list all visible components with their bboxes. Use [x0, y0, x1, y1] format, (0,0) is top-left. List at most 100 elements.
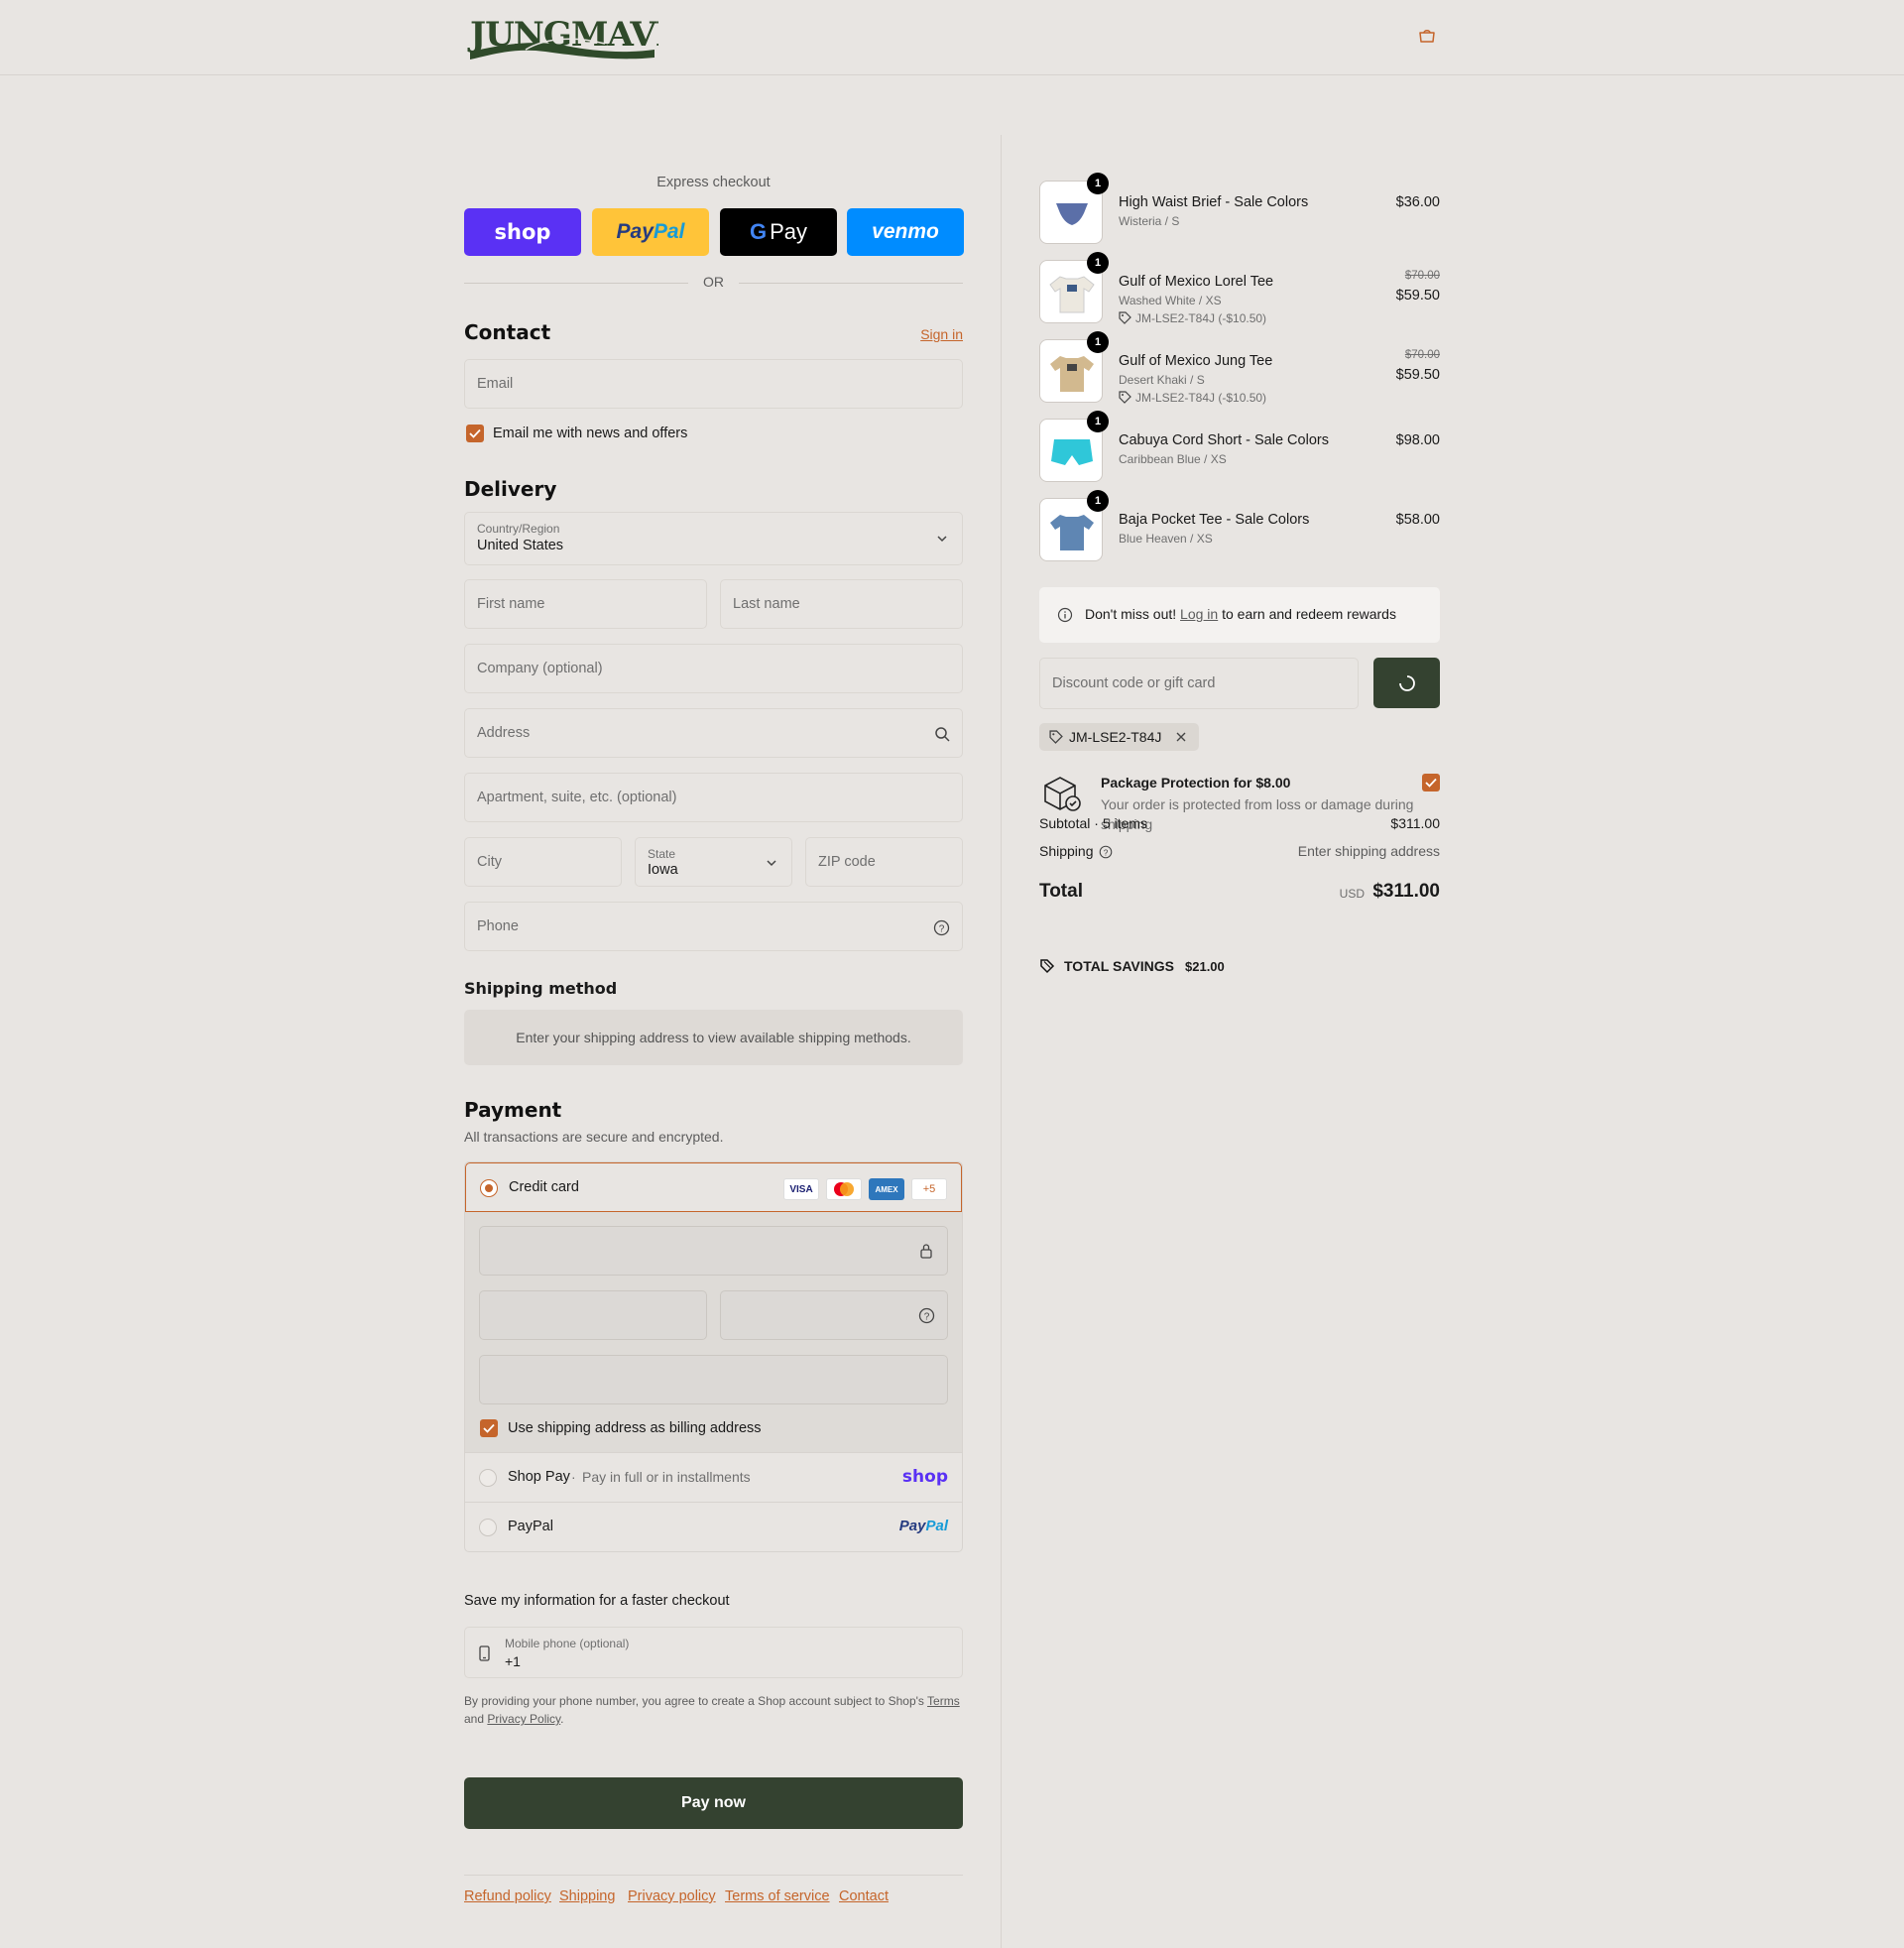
shop-pay-separator: ·: [571, 1469, 576, 1485]
name-on-card-field[interactable]: [479, 1355, 948, 1404]
newsletter-checkbox[interactable]: [466, 425, 484, 442]
item-price: $58.00: [1395, 512, 1440, 528]
billing-address-checkbox[interactable]: [480, 1419, 498, 1437]
paypal-radio[interactable]: [479, 1519, 497, 1536]
privacy-policy-link[interactable]: Privacy Policy: [487, 1712, 560, 1726]
applied-discount-tag: JM-LSE2-T84J: [1039, 723, 1200, 751]
newsletter-label: Email me with news and offers: [493, 426, 688, 441]
svg-text:?: ?: [939, 924, 945, 935]
credit-card-label: Credit card: [509, 1179, 579, 1195]
zip-field[interactable]: ZIP code: [805, 837, 963, 887]
package-protection-title: Package Protection for $8.00: [1101, 775, 1291, 791]
subtotal-value: $311.00: [1390, 815, 1440, 831]
tag-icon: [1049, 730, 1063, 744]
package-protection-description: Your order is protected from loss or dam…: [1101, 796, 1414, 832]
phone-field[interactable]: Phone ?: [464, 902, 963, 951]
security-code-field[interactable]: ?: [720, 1290, 948, 1340]
save-info-heading: Save my information for a faster checkou…: [464, 1593, 730, 1609]
quantity-badge: 1: [1087, 490, 1109, 512]
google-pay-label: Pay: [770, 219, 808, 244]
item-discount: JM-LSE2-T84J (-$10.50): [1119, 391, 1266, 405]
mobile-phone-field[interactable]: Mobile phone (optional) +1: [464, 1627, 963, 1678]
apply-discount-button[interactable]: [1373, 658, 1440, 708]
shipping-label: Shipping: [1039, 843, 1094, 859]
credit-card-option[interactable]: Credit card VISA AMEX +5: [465, 1162, 962, 1212]
delivery-heading: Delivery: [464, 477, 557, 501]
country-select[interactable]: Country/Region United States: [464, 512, 963, 565]
google-g-icon: G: [749, 219, 768, 244]
refund-policy-link[interactable]: Refund policy: [464, 1888, 551, 1904]
paypal-label: PayPal: [616, 220, 685, 243]
package-protection-checkbox[interactable]: [1422, 774, 1440, 791]
help-icon[interactable]: ?: [918, 1307, 935, 1324]
credit-card-radio[interactable]: [480, 1179, 498, 1197]
card-number-field[interactable]: [479, 1226, 948, 1276]
shop-pay-label: shop: [494, 220, 551, 244]
shipping-method-message: Enter your shipping address to view avai…: [464, 1010, 963, 1065]
shipping-link[interactable]: Shipping: [559, 1888, 615, 1904]
address-field[interactable]: Address: [464, 708, 963, 758]
visa-icon: VISA: [783, 1178, 819, 1200]
company-field[interactable]: Company (optional): [464, 644, 963, 693]
first-name-field[interactable]: First name: [464, 579, 707, 629]
rewards-banner: Don't miss out! Log in to earn and redee…: [1039, 587, 1440, 643]
item-discount: JM-LSE2-T84J (-$10.50): [1119, 311, 1266, 325]
sign-in-link[interactable]: Sign in: [920, 326, 963, 342]
shop-pay-radio[interactable]: [479, 1469, 497, 1487]
tee-shape: [1049, 276, 1095, 313]
shipping-method-heading: Shipping method: [464, 979, 618, 998]
terms-of-service-link[interactable]: Terms of service: [725, 1888, 830, 1904]
paypal-logo: PayPal: [898, 1518, 948, 1534]
cart-item: 1 Baja Pocket Tee - Sale Colors Blue Hea…: [1039, 490, 1440, 561]
pay-now-button[interactable]: Pay now: [464, 1777, 963, 1829]
contact-heading: Contact: [464, 320, 551, 344]
item-variant: Wisteria / S: [1119, 214, 1180, 228]
quantity-badge: 1: [1087, 173, 1109, 194]
more-cards-badge: +5: [911, 1178, 947, 1200]
help-icon[interactable]: ?: [933, 919, 950, 936]
remove-code-icon[interactable]: [1175, 731, 1187, 743]
chevron-down-icon: [767, 860, 776, 867]
last-name-field[interactable]: Last name: [720, 579, 963, 629]
apartment-field[interactable]: Apartment, suite, etc. (optional): [464, 773, 963, 822]
help-icon[interactable]: ?: [1099, 845, 1113, 859]
chevron-down-icon: [937, 536, 947, 543]
city-field[interactable]: City: [464, 837, 622, 887]
email-field[interactable]: Email: [464, 359, 963, 409]
expiration-field[interactable]: [479, 1290, 707, 1340]
item-original-price: $70.00: [1404, 349, 1440, 361]
item-name: Gulf of Mexico Lorel Tee: [1119, 274, 1274, 290]
item-original-price: $70.00: [1404, 270, 1440, 282]
shop-pay-subtitle: Pay in full or in installments: [582, 1469, 751, 1485]
discount-code-field[interactable]: Discount code or gift card: [1039, 658, 1359, 709]
svg-text:?: ?: [1104, 848, 1109, 857]
rewards-text: Don't miss out!: [1085, 606, 1177, 622]
google-pay-button[interactable]: G Pay: [720, 208, 837, 256]
brief-shape: [1056, 203, 1088, 225]
package-protection-icon: [1044, 777, 1081, 811]
log-in-link[interactable]: Log in: [1180, 606, 1218, 622]
amex-icon: AMEX: [869, 1178, 904, 1200]
lock-icon: [920, 1244, 932, 1259]
item-price: $59.50: [1395, 288, 1440, 304]
shop-pay-option[interactable]: Shop Pay · Pay in full or in installment…: [465, 1453, 962, 1503]
shipping-value: Enter shipping address: [1297, 843, 1440, 859]
cart-item: 1 Gulf of Mexico Jung Tee Desert Khaki /…: [1039, 331, 1440, 405]
svg-text:?: ?: [924, 1312, 930, 1323]
shop-pay-button[interactable]: shop: [464, 208, 581, 256]
shop-pay-logo: shop: [901, 1467, 948, 1487]
tag-icon: [1119, 311, 1131, 324]
terms-link[interactable]: Terms: [927, 1694, 960, 1708]
venmo-button[interactable]: venmo: [847, 208, 964, 256]
contact-link[interactable]: Contact: [839, 1888, 889, 1904]
paypal-button[interactable]: PayPal: [592, 208, 709, 256]
jungmaven-logo[interactable]: JUNGMAVEN: [466, 10, 711, 66]
payment-methods: Credit card VISA AMEX +5 ? Use shipping …: [464, 1161, 963, 1552]
cart-bag-icon[interactable]: [1417, 28, 1437, 44]
state-select[interactable]: State Iowa: [635, 837, 792, 887]
privacy-policy-footer-link[interactable]: Privacy policy: [628, 1888, 716, 1904]
cart-item: 1 High Waist Brief - Sale Colors Wisteri…: [1039, 173, 1440, 244]
paypal-option[interactable]: PayPal PayPal: [465, 1503, 962, 1551]
applied-code: JM-LSE2-T84J: [1069, 729, 1162, 745]
or-divider: OR: [464, 274, 963, 292]
